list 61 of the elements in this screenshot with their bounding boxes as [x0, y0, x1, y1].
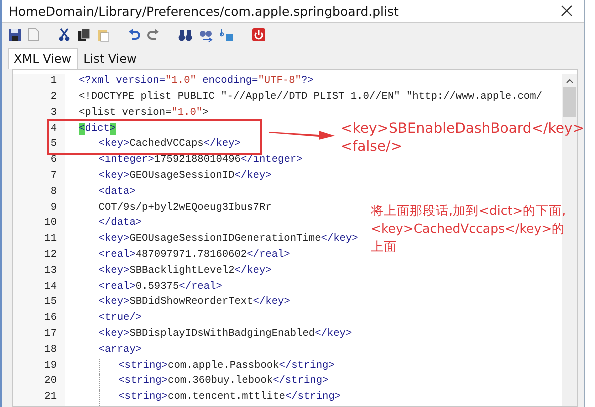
code-line: <dict>	[79, 122, 116, 137]
line-number: 3	[50, 106, 57, 121]
replace-icon[interactable]	[220, 28, 234, 42]
redo-icon[interactable]	[147, 28, 160, 42]
cut-icon[interactable]	[58, 28, 71, 42]
annotation-text: <key>SBEnableDashBoard</key>	[341, 120, 584, 138]
line-number: 6	[50, 153, 57, 168]
line-number: 9	[50, 200, 57, 216]
find-next-icon[interactable]	[199, 28, 214, 42]
line-number: 5	[50, 137, 57, 152]
code-line: <true/>	[98, 311, 142, 326]
window-title: HomeDomain/Library/Preferences/com.apple.springboard.plist	[9, 4, 399, 19]
binoculars-icon[interactable]	[178, 28, 193, 42]
code-line: <array>	[98, 342, 142, 358]
line-number: 19	[44, 358, 57, 374]
code-line: <string>com.360buy.lebook</string>	[118, 374, 329, 390]
line-number: 1	[50, 74, 57, 90]
code-line: <real>0.59375</real>	[98, 280, 222, 295]
code-line: <string>com.apple.Passbook</string>	[118, 358, 335, 374]
power-icon[interactable]	[252, 28, 266, 42]
code-line: <key>GEOUsageSessionIDGenerationTime</key>	[98, 232, 358, 248]
code-line: <plist version="1.0">	[79, 106, 209, 121]
scrollbar-thumb[interactable]	[563, 87, 576, 118]
line-number: 2	[50, 90, 57, 106]
line-number: 13	[44, 264, 57, 279]
line-number: 7	[50, 169, 57, 184]
code-line: <data>	[98, 184, 136, 200]
code-line: <key>SBDisplayIDsWithBadgingEnabled</key>	[98, 327, 352, 342]
close-icon[interactable]	[560, 4, 574, 18]
code-line: <key>CachedVCCaps</key>	[98, 137, 241, 152]
view-tab[interactable]: List View	[78, 48, 143, 70]
line-number: 14	[44, 280, 57, 295]
line-number: 11	[44, 232, 57, 248]
save-icon[interactable]	[8, 28, 22, 42]
undo-icon[interactable]	[128, 28, 141, 42]
code-line: COT/9s/p+byl2wEQoeug3Ibus7Rr	[98, 200, 272, 216]
code-line: <key>SBDidShowReorderText</key>	[98, 295, 290, 310]
line-number: 12	[44, 248, 57, 264]
line-number: 8	[50, 184, 57, 200]
line-number: 15	[44, 295, 57, 310]
code-line: <real>487097971.78160602</real>	[98, 248, 290, 264]
line-number: 20	[44, 374, 57, 390]
line-number: 4	[50, 122, 57, 137]
code-line: <?xml version="1.0" encoding="UTF-8"?>	[79, 74, 314, 90]
code-line: <key>SBBacklightLevel2</key>	[98, 264, 272, 279]
scroll-up-icon[interactable]	[566, 79, 574, 84]
line-number: 16	[44, 311, 57, 326]
copy-icon[interactable]	[77, 28, 91, 42]
code-line: <integer>17592188010496</integer>	[98, 153, 303, 168]
line-number: 18	[44, 342, 57, 358]
view-tab[interactable]: XML View	[8, 48, 78, 70]
annotation-text: 将上面那段话,加到<dict>的下面,<key>CachedVccaps</key>的上面	[371, 202, 568, 256]
code-line: <!DOCTYPE plist PUBLIC "-//Apple//DTD PLIST 1.0//EN" "http://www.apple.com/	[79, 90, 542, 106]
annotation-arrow	[269, 128, 335, 140]
line-number: 10	[44, 216, 57, 232]
line-number: 17	[44, 327, 57, 342]
line-number: 21	[44, 390, 57, 406]
annotation-text: <false/>	[341, 138, 404, 156]
code-line: </data>	[98, 216, 142, 232]
code-line: <key>GEOUsageSessionID</key>	[98, 169, 272, 184]
code-line: <string>com.tencent.mttlite</string>	[118, 390, 342, 406]
